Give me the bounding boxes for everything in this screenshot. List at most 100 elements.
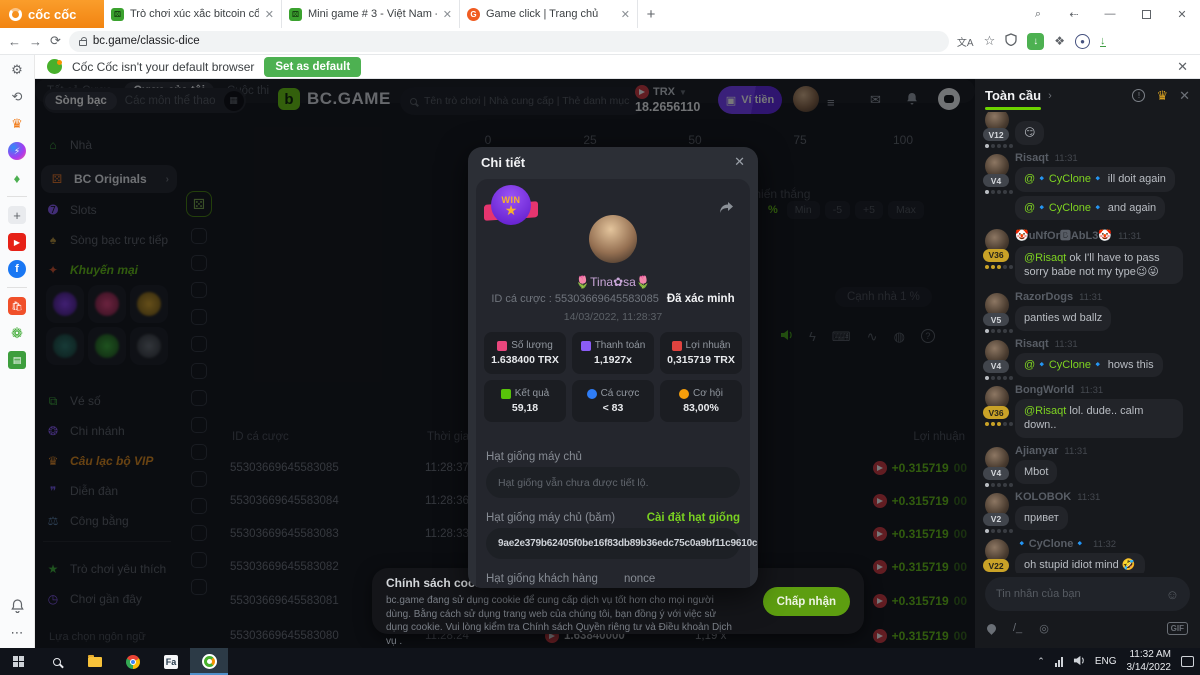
bookmark-star-icon[interactable]: ☆ (984, 33, 996, 49)
tab-all-bets[interactable]: Tất cả Cược (38, 82, 120, 100)
emoji-icon[interactable]: ☺ (1166, 587, 1179, 602)
coccoc-browser-logo[interactable]: cốc cốc (0, 0, 104, 28)
new-tab-button[interactable]: + (638, 0, 664, 28)
banner-close-icon[interactable]: ✕ (1177, 59, 1188, 75)
game-rail-icon[interactable] (191, 579, 207, 595)
game-rail-icon[interactable] (191, 444, 207, 460)
chat-username[interactable]: 🔹CyClone🔹 (1015, 538, 1087, 550)
balance-display[interactable]: TRX▼ 18.2656110 (635, 85, 700, 114)
turbo-lightning-icon[interactable]: ϟ (809, 329, 816, 345)
rain-icon[interactable] (985, 622, 998, 635)
url-box[interactable]: bc.game/classic-dice (69, 31, 949, 52)
sidebar-item-promotions[interactable]: ✦Khuyến mại (45, 260, 138, 280)
start-button[interactable] (0, 648, 38, 675)
download-button[interactable]: ↓ (1027, 33, 1044, 50)
tab-close-icon[interactable]: ✕ (443, 8, 452, 21)
shield-icon[interactable] (1005, 33, 1017, 49)
sidebar-item-favorites[interactable]: ★Trò chơi yêu thích (45, 559, 166, 579)
more-icon[interactable]: ⋯ (8, 624, 26, 642)
trend-icon[interactable]: ∿ (867, 329, 878, 345)
shopping-icon[interactable]: 🛍 (8, 297, 26, 315)
chrome-icon[interactable] (114, 648, 152, 675)
sidebar-item-vip-club[interactable]: ♛Câu lạc bộ VIP (45, 451, 153, 471)
seed-settings-link[interactable]: Cài đặt hạt giống (647, 512, 740, 524)
coccoc-taskbar-icon[interactable] (190, 648, 228, 675)
game-rail-icon[interactable] (191, 363, 207, 379)
chat-mention[interactable]: @Risaqt (1024, 405, 1066, 417)
chat-username[interactable]: RazorDogs (1015, 291, 1073, 303)
network-icon[interactable] (1055, 657, 1063, 667)
messenger-icon[interactable]: ⚡ (8, 142, 26, 160)
chat-username[interactable]: Risaqt (1015, 338, 1049, 350)
tray-expand-icon[interactable]: ⌃ (1037, 656, 1045, 667)
extensions-icon[interactable]: ❖ (1054, 34, 1065, 48)
chat-input[interactable] (996, 588, 1160, 600)
tab-game-click[interactable]: GGame click | Trang chủ✕ (460, 0, 638, 28)
game-search[interactable] (400, 87, 645, 115)
chat-username[interactable]: BongWorld (1015, 384, 1074, 396)
chat-mention[interactable]: @🔹CyClone🔹 (1024, 359, 1105, 371)
volume-icon[interactable] (1073, 653, 1085, 671)
min-button[interactable]: Min (787, 201, 820, 219)
games-controller-icon[interactable]: ♦ (8, 169, 26, 187)
player-avatar[interactable] (589, 215, 637, 263)
facebook-icon[interactable]: f (8, 260, 26, 278)
game-rail-icon[interactable] (191, 309, 207, 325)
news-icon[interactable]: ▤ (8, 351, 26, 369)
chat-username[interactable]: Risaqt (1015, 152, 1049, 164)
tab-contest[interactable]: Cuộc thi (218, 82, 278, 100)
maximize-button[interactable] (1128, 0, 1164, 28)
sidebar-item-live-casino[interactable]: ♠Sòng bạc trực tiếp (45, 230, 168, 250)
notification-bell-icon[interactable] (8, 597, 26, 615)
back-icon[interactable]: ← (8, 34, 21, 49)
chat-mention[interactable]: @Risaqt (1024, 252, 1066, 264)
bcgame-logo[interactable]: b BC.GAME (278, 88, 391, 110)
profile-icon[interactable]: ● (1075, 34, 1090, 49)
game-rail-icon[interactable] (191, 498, 207, 514)
slash-commands-icon[interactable]: /_ (1013, 622, 1022, 634)
game-rail-icon[interactable] (191, 471, 207, 487)
coin-drop-icon[interactable]: ◎ (1039, 622, 1049, 635)
plus5-button[interactable]: +5 (855, 201, 883, 219)
hotkeys-keyboard-icon[interactable]: ⌨ (832, 329, 851, 345)
add-shortcut-icon[interactable]: + (8, 206, 26, 224)
limits-icon[interactable]: ◍ (894, 329, 905, 345)
support-chat-icon[interactable] (938, 88, 960, 110)
bell-icon[interactable] (906, 92, 918, 108)
translate-icon[interactable]: 文A (957, 34, 974, 49)
sound-icon[interactable] (780, 329, 793, 345)
sidebar-item-affiliate[interactable]: ❂Chi nhánh (45, 421, 125, 441)
sidebar-item-slots[interactable]: ➐Slots (45, 200, 97, 220)
game-rail-icon[interactable] (191, 336, 207, 352)
fontawesome-app-icon[interactable]: Fa (152, 648, 190, 675)
nav-casino[interactable]: Sòng bạc (45, 92, 117, 110)
gif-icon[interactable]: GIF (1167, 622, 1188, 635)
chat-close-icon[interactable]: ✕ (1179, 88, 1190, 104)
promo-rocket-tile[interactable] (46, 327, 84, 365)
player-username[interactable]: 🌷Tina✿sa🌷 (476, 275, 750, 289)
tab-search-icon[interactable]: ⌕ (1020, 0, 1056, 28)
tab-mini-game[interactable]: ⚄Mini game # 3 - Việt Nam - ✕ (282, 0, 460, 28)
chat-username[interactable]: KOLOBOK (1015, 491, 1071, 503)
tab-bc-game[interactable]: ⚄Trò chơi xúc xắc bitcoin cổ đi✕ (104, 0, 282, 28)
promo-coins-tile[interactable] (130, 327, 168, 365)
chat-username[interactable]: Ajianyar (1015, 445, 1058, 457)
nav-sports[interactable]: Các môn thể thao (119, 92, 222, 110)
sidebar-item-recent[interactable]: ◷Chơi gần đây (45, 589, 142, 609)
chat-rules-info-icon[interactable]: ! (1132, 89, 1145, 102)
promo-piggy-tile[interactable] (130, 285, 168, 323)
close-button[interactable]: ✕ (1164, 0, 1200, 28)
dice-game-icon[interactable]: ⚄ (186, 191, 212, 217)
max-button[interactable]: Max (888, 201, 924, 219)
game-rail-icon[interactable] (191, 552, 207, 568)
minus5-button[interactable]: -5 (825, 201, 850, 219)
sidebar-item-forum[interactable]: ❞Diễn đàn (45, 481, 118, 501)
chat-message-list[interactable]: V12😏 V4Risaqt11:31@🔹CyClone🔹 ill doit ag… (975, 112, 1200, 573)
zalo-chat-icon[interactable]: ❁ (8, 324, 26, 342)
toolbar-arrow-icon[interactable]: ⇠ (1056, 0, 1092, 28)
tab-close-icon[interactable]: ✕ (621, 8, 630, 21)
server-seed-field[interactable]: Hạt giống vẫn chưa được tiết lộ. (486, 467, 740, 498)
chat-input-box[interactable]: ☺ (985, 577, 1190, 611)
youtube-icon[interactable]: ▶ (8, 233, 26, 251)
language-indicator[interactable]: ENG (1095, 656, 1117, 667)
